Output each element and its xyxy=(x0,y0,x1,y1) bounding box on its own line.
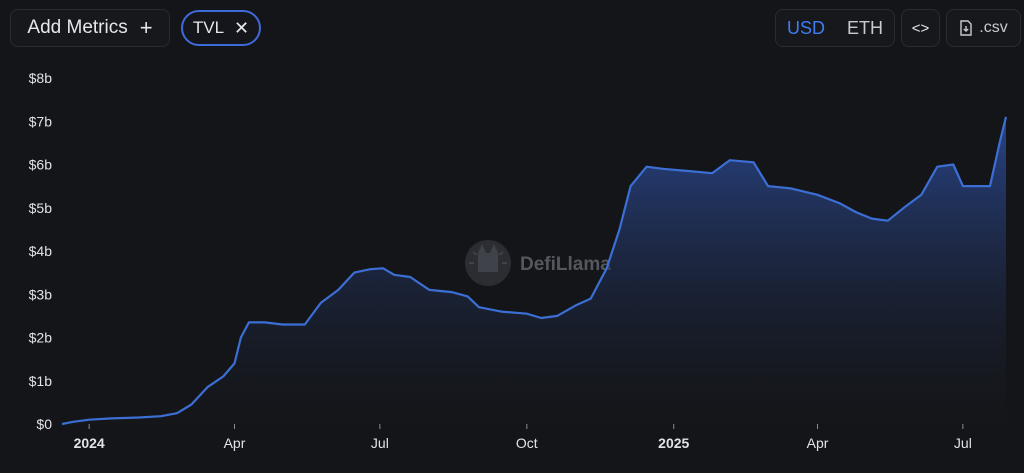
currency-option-eth[interactable]: ETH xyxy=(847,18,883,39)
currency-option-usd[interactable]: USD xyxy=(787,18,825,39)
x-tick-label: 2024 xyxy=(74,435,105,451)
metric-chip-tvl[interactable]: TVL ✕ xyxy=(181,10,261,46)
embed-button[interactable]: <> xyxy=(901,9,940,47)
x-tick-label: 2025 xyxy=(658,435,689,451)
x-tick-label: Apr xyxy=(807,435,829,451)
download-file-icon xyxy=(960,20,972,36)
metric-chip-label: TVL xyxy=(192,18,225,37)
llama-logo-icon xyxy=(465,240,511,286)
y-tick-label: $7b xyxy=(29,113,53,129)
y-axis: $0 $1b $2b $3b $4b $5b $6b $7b $8b xyxy=(29,70,53,432)
code-icon: <> xyxy=(911,19,930,37)
add-metrics-button[interactable]: Add Metrics + xyxy=(10,9,170,47)
x-axis: 2024 Apr Jul Oct 2025 Apr Jul xyxy=(74,424,972,451)
watermark: DefiLlama xyxy=(465,240,611,286)
csv-label: .csv xyxy=(979,19,1008,36)
chart-toolbar: Add Metrics + TVL ✕ USD ETH <> .csv xyxy=(0,0,1024,56)
y-tick-label: $5b xyxy=(29,200,53,216)
plus-icon: + xyxy=(139,15,153,40)
tvl-area-chart: $0 $1b $2b $3b $4b $5b $6b $7b $8b 2024 Apr Jul Oct… xyxy=(29,70,1008,451)
y-tick-label: $6b xyxy=(29,157,53,173)
x-tick-label: Jul xyxy=(954,435,972,451)
y-tick-label: $0 xyxy=(36,416,52,432)
x-tick-label: Apr xyxy=(224,435,246,451)
y-tick-label: $1b xyxy=(29,373,53,389)
add-metrics-label: Add Metrics xyxy=(27,17,128,38)
y-tick-label: $3b xyxy=(29,286,53,302)
y-tick-label: $4b xyxy=(29,243,53,259)
currency-toggle: USD ETH xyxy=(775,9,895,47)
y-tick-label: $2b xyxy=(29,330,53,346)
x-tick-label: Oct xyxy=(516,435,538,451)
csv-download-button[interactable]: .csv xyxy=(946,9,1021,47)
watermark-label: DefiLlama xyxy=(520,254,611,275)
close-icon[interactable]: ✕ xyxy=(234,19,249,37)
y-tick-label: $8b xyxy=(29,70,53,86)
x-tick-label: Jul xyxy=(371,435,389,451)
